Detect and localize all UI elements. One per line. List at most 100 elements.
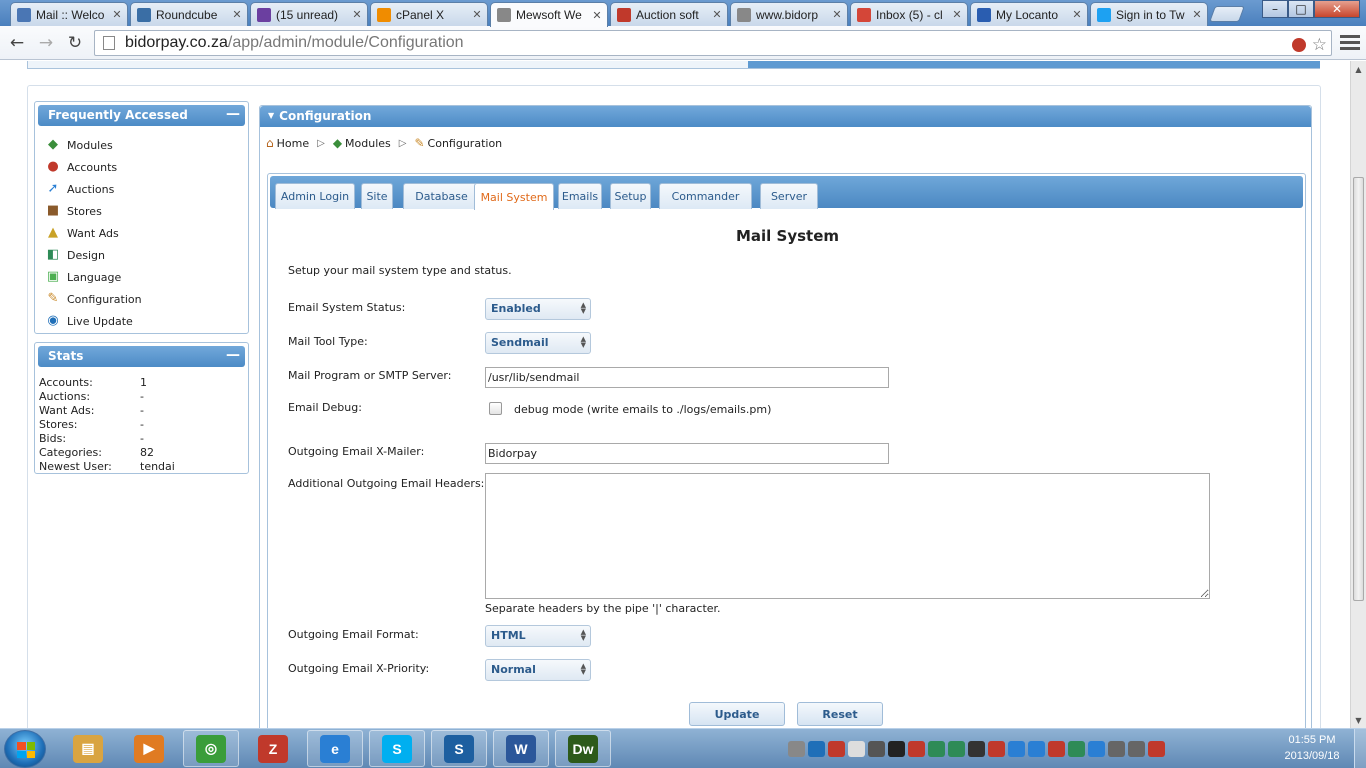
browser-menu-icon[interactable] <box>1340 31 1360 53</box>
email-format-select[interactable]: HTML ▲ ▼ <box>485 625 591 647</box>
config-tab[interactable]: Setup <box>610 183 651 209</box>
stats-header[interactable]: Stats — <box>38 346 245 367</box>
dreamweaver-taskbar-button[interactable]: Dw <box>555 730 611 767</box>
email-status-select[interactable]: Enabled ▲ ▼ <box>485 298 591 320</box>
word-taskbar-button[interactable]: W <box>493 730 549 767</box>
update-button[interactable]: Update <box>689 702 785 726</box>
sidebar-item[interactable]: ◆ Modules <box>35 134 248 156</box>
collapse-icon[interactable]: — <box>226 348 240 363</box>
config-tab[interactable]: Mail System <box>474 183 554 210</box>
scroll-down-icon[interactable]: ▼ <box>1351 712 1366 728</box>
tray-icon[interactable] <box>1048 741 1065 757</box>
tray-icon[interactable] <box>888 741 905 757</box>
sidebar-item[interactable]: ● Accounts <box>35 156 248 178</box>
headers-textarea[interactable] <box>485 473 1210 599</box>
filezilla-taskbar-button[interactable]: Z <box>245 730 301 767</box>
media-player-taskbar-button[interactable]: ▶ <box>121 730 177 767</box>
start-button[interactable] <box>4 730 46 768</box>
close-window-icon[interactable]: ✕ <box>1314 0 1360 18</box>
collapse-icon[interactable]: — <box>226 107 240 122</box>
configuration-header[interactable]: ▼ Configuration <box>260 106 1311 127</box>
close-tab-icon[interactable]: ✕ <box>831 8 843 21</box>
internet-explorer-taskbar-button[interactable]: e <box>307 730 363 767</box>
sidebar-item[interactable]: ➚ Auctions <box>35 178 248 200</box>
reload-icon[interactable]: ↻ <box>64 32 86 54</box>
tray-icon[interactable] <box>908 741 925 757</box>
config-tab[interactable]: Site <box>361 183 393 209</box>
config-tab[interactable]: Database <box>403 183 480 209</box>
extension-icon[interactable] <box>1291 38 1306 52</box>
sidebar-item[interactable]: ✎ Configuration <box>35 288 248 310</box>
close-tab-icon[interactable]: ✕ <box>231 8 243 21</box>
bookmark-star-icon[interactable]: ☆ <box>1312 35 1327 55</box>
clock[interactable]: 01:55 PM 2013/09/18 <box>1278 732 1346 764</box>
tray-icon[interactable] <box>1028 741 1045 757</box>
address-bar[interactable]: bidorpay.co.za/app/admin/module/Configur… <box>94 30 1332 56</box>
close-tab-icon[interactable]: ✕ <box>591 9 603 22</box>
xmailer-input[interactable]: Bidorpay <box>485 443 889 464</box>
tray-icon[interactable] <box>1148 741 1165 757</box>
browser-tab[interactable]: My Locanto ✕ <box>970 2 1088 26</box>
frequently-accessed-header[interactable]: Frequently Accessed — <box>38 105 245 126</box>
tray-icon[interactable] <box>968 741 985 757</box>
sidebar-item[interactable]: ■ Stores <box>35 200 248 222</box>
page-scrollbar[interactable]: ▲ ▼ <box>1350 61 1366 728</box>
sidebar-item[interactable]: ▣ Language <box>35 266 248 288</box>
breadcrumb-modules[interactable]: Modules <box>345 137 391 150</box>
debug-mode-checkbox[interactable] <box>489 402 502 415</box>
browser-tab[interactable]: Mail :: Welco ✕ <box>10 2 128 26</box>
scrollbar-thumb[interactable] <box>1353 177 1364 601</box>
sidebar-item[interactable]: ▲ Want Ads <box>35 222 248 244</box>
browser-tab[interactable]: cPanel X ✕ <box>370 2 488 26</box>
config-tab[interactable]: Admin Login <box>275 183 355 209</box>
smtp-server-input[interactable]: /usr/lib/sendmail <box>485 367 889 388</box>
reset-button[interactable]: Reset <box>797 702 883 726</box>
tray-icon[interactable] <box>1128 741 1145 757</box>
tray-icon[interactable] <box>1088 741 1105 757</box>
skype-taskbar-button[interactable]: S <box>369 730 425 767</box>
forward-icon[interactable]: → <box>35 32 57 54</box>
close-tab-icon[interactable]: ✕ <box>1191 8 1203 21</box>
chrome-taskbar-button[interactable]: ◎ <box>183 730 239 767</box>
collapse-triangle-icon[interactable]: ▼ <box>268 111 274 120</box>
browser-tab[interactable]: Auction soft ✕ <box>610 2 728 26</box>
breadcrumb-home[interactable]: Home <box>277 137 309 150</box>
close-tab-icon[interactable]: ✕ <box>351 8 363 21</box>
tray-icon[interactable] <box>948 741 965 757</box>
browser-tab[interactable]: (15 unread) ✕ <box>250 2 368 26</box>
maximize-icon[interactable]: □ <box>1288 0 1314 18</box>
close-tab-icon[interactable]: ✕ <box>471 8 483 21</box>
tray-icon[interactable] <box>788 741 805 757</box>
app-s-taskbar-button[interactable]: S <box>431 730 487 767</box>
tray-icon[interactable] <box>1108 741 1125 757</box>
tray-icon[interactable] <box>868 741 885 757</box>
x-priority-select[interactable]: Normal ▲ ▼ <box>485 659 591 681</box>
sidebar-item[interactable]: ◧ Design <box>35 244 248 266</box>
back-icon[interactable]: ← <box>6 32 28 54</box>
browser-tab[interactable]: Roundcube ✕ <box>130 2 248 26</box>
config-tab[interactable]: Commander <box>659 183 752 209</box>
minimize-icon[interactable]: – <box>1262 0 1288 18</box>
browser-tab[interactable]: www.bidorp ✕ <box>730 2 848 26</box>
config-tab[interactable]: Server <box>760 183 818 209</box>
sidebar-item[interactable]: ◉ Live Update <box>35 310 248 332</box>
show-desktop-button[interactable] <box>1354 729 1366 768</box>
explorer-taskbar-button[interactable]: ▤ <box>60 730 116 767</box>
tray-icon[interactable] <box>848 741 865 757</box>
close-tab-icon[interactable]: ✕ <box>1071 8 1083 21</box>
new-tab-button[interactable] <box>1209 6 1245 22</box>
browser-tab[interactable]: Mewsoft We ✕ <box>490 2 608 27</box>
tray-icon[interactable] <box>1008 741 1025 757</box>
tray-icon[interactable] <box>808 741 825 757</box>
close-tab-icon[interactable]: ✕ <box>951 8 963 21</box>
tray-icon[interactable] <box>928 741 945 757</box>
browser-tab[interactable]: Sign in to Tw ✕ <box>1090 2 1208 26</box>
browser-tab[interactable]: Inbox (5) - cl ✕ <box>850 2 968 26</box>
config-tab[interactable]: Emails <box>558 183 602 209</box>
tray-icon[interactable] <box>988 741 1005 757</box>
tray-icon[interactable] <box>1068 741 1085 757</box>
tray-icon[interactable] <box>828 741 845 757</box>
mail-tool-select[interactable]: Sendmail ▲ ▼ <box>485 332 591 354</box>
close-tab-icon[interactable]: ✕ <box>111 8 123 21</box>
close-tab-icon[interactable]: ✕ <box>711 8 723 21</box>
